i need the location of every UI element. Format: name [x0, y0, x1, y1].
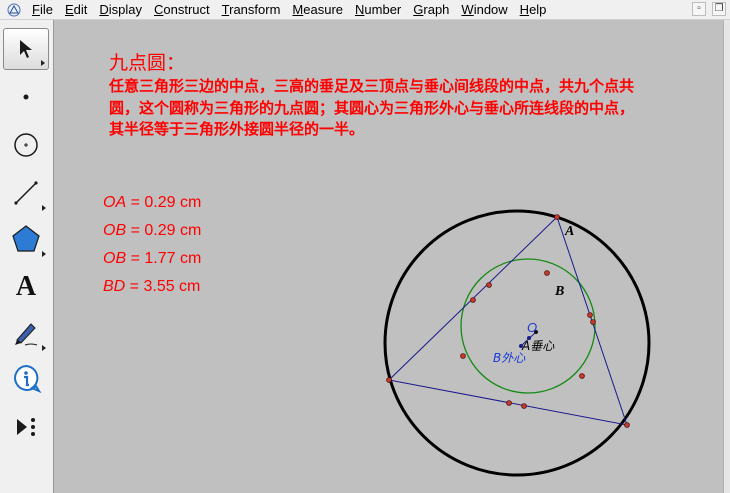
info-icon — [14, 364, 42, 394]
tool-menu-arrow-icon — [42, 251, 46, 257]
tool-menu-arrow-icon — [41, 60, 45, 66]
nine-point[interactable] — [579, 373, 585, 379]
line-segment-icon — [14, 181, 38, 205]
nine-point[interactable] — [460, 353, 466, 359]
menu-help[interactable]: Help — [514, 0, 553, 20]
circumcircle[interactable] — [383, 209, 651, 477]
menu-transform[interactable]: Transform — [216, 0, 287, 20]
nine-point[interactable] — [506, 400, 512, 406]
vertical-scrollbar[interactable] — [723, 20, 730, 493]
compass-tool[interactable] — [3, 124, 49, 166]
sketch-canvas[interactable]: 九点圆： 任意三角形三边的中点，三高的垂足及三顶点与垂心间线段的中点，共九个点共… — [55, 20, 723, 493]
pentagon-icon — [12, 225, 40, 252]
label-orthocenter[interactable]: A垂心 — [521, 339, 555, 353]
label-o[interactable]: O — [527, 320, 537, 335]
nine-point[interactable] — [470, 297, 476, 303]
vertex-right[interactable] — [624, 422, 630, 428]
app-icon[interactable] — [6, 2, 22, 18]
nine-point[interactable] — [590, 319, 596, 325]
tool-menu-arrow-icon — [42, 205, 46, 211]
marker-tool[interactable] — [3, 312, 49, 354]
construction-points — [386, 214, 630, 428]
text-tool[interactable]: A — [3, 266, 49, 308]
menu-file[interactable]: File — [26, 0, 59, 20]
tool-menu-arrow-icon — [42, 345, 46, 351]
label-circumcenter[interactable]: B外心 — [493, 351, 526, 365]
geometry-figure: A B O A垂心 B外心 — [383, 209, 651, 477]
menu-graph[interactable]: Graph — [407, 0, 455, 20]
custom-tools[interactable] — [3, 406, 49, 448]
circle-icon — [14, 133, 38, 157]
straightedge-tool[interactable] — [3, 172, 49, 214]
arrow-pointer-icon — [20, 40, 32, 58]
text-tool-glyph: A — [15, 271, 37, 302]
menu-construct[interactable]: Construct — [148, 0, 216, 20]
menu-bar: File Edit Display Construct Transform Me… — [0, 0, 730, 20]
point-tool[interactable] — [3, 76, 49, 118]
restore-button[interactable]: ❐ — [712, 2, 726, 16]
select-arrow-tool[interactable] — [3, 28, 49, 70]
menu-number[interactable]: Number — [349, 0, 407, 20]
nine-point[interactable] — [587, 312, 593, 318]
label-a-vertex[interactable]: A — [564, 224, 574, 239]
toolbox: A — [0, 20, 54, 493]
point-icon — [23, 94, 29, 100]
label-b[interactable]: B — [554, 284, 564, 299]
nine-point[interactable] — [544, 270, 550, 276]
menu-window[interactable]: Window — [455, 0, 513, 20]
minimize-button[interactable]: ▫ — [692, 2, 706, 16]
menu-measure[interactable]: Measure — [286, 0, 349, 20]
custom-tools-icon — [17, 418, 35, 436]
vertex-top[interactable] — [554, 214, 560, 220]
menu-display[interactable]: Display — [93, 0, 148, 20]
polygon-tool[interactable] — [3, 218, 49, 260]
vertex-left[interactable] — [386, 377, 392, 383]
pen-icon — [15, 323, 38, 346]
nine-point[interactable] — [486, 282, 492, 288]
window-controls: ▫ ❐ — [692, 2, 726, 16]
information-tool[interactable] — [3, 358, 49, 400]
nine-point[interactable] — [521, 403, 527, 409]
menu-edit[interactable]: Edit — [59, 0, 93, 20]
